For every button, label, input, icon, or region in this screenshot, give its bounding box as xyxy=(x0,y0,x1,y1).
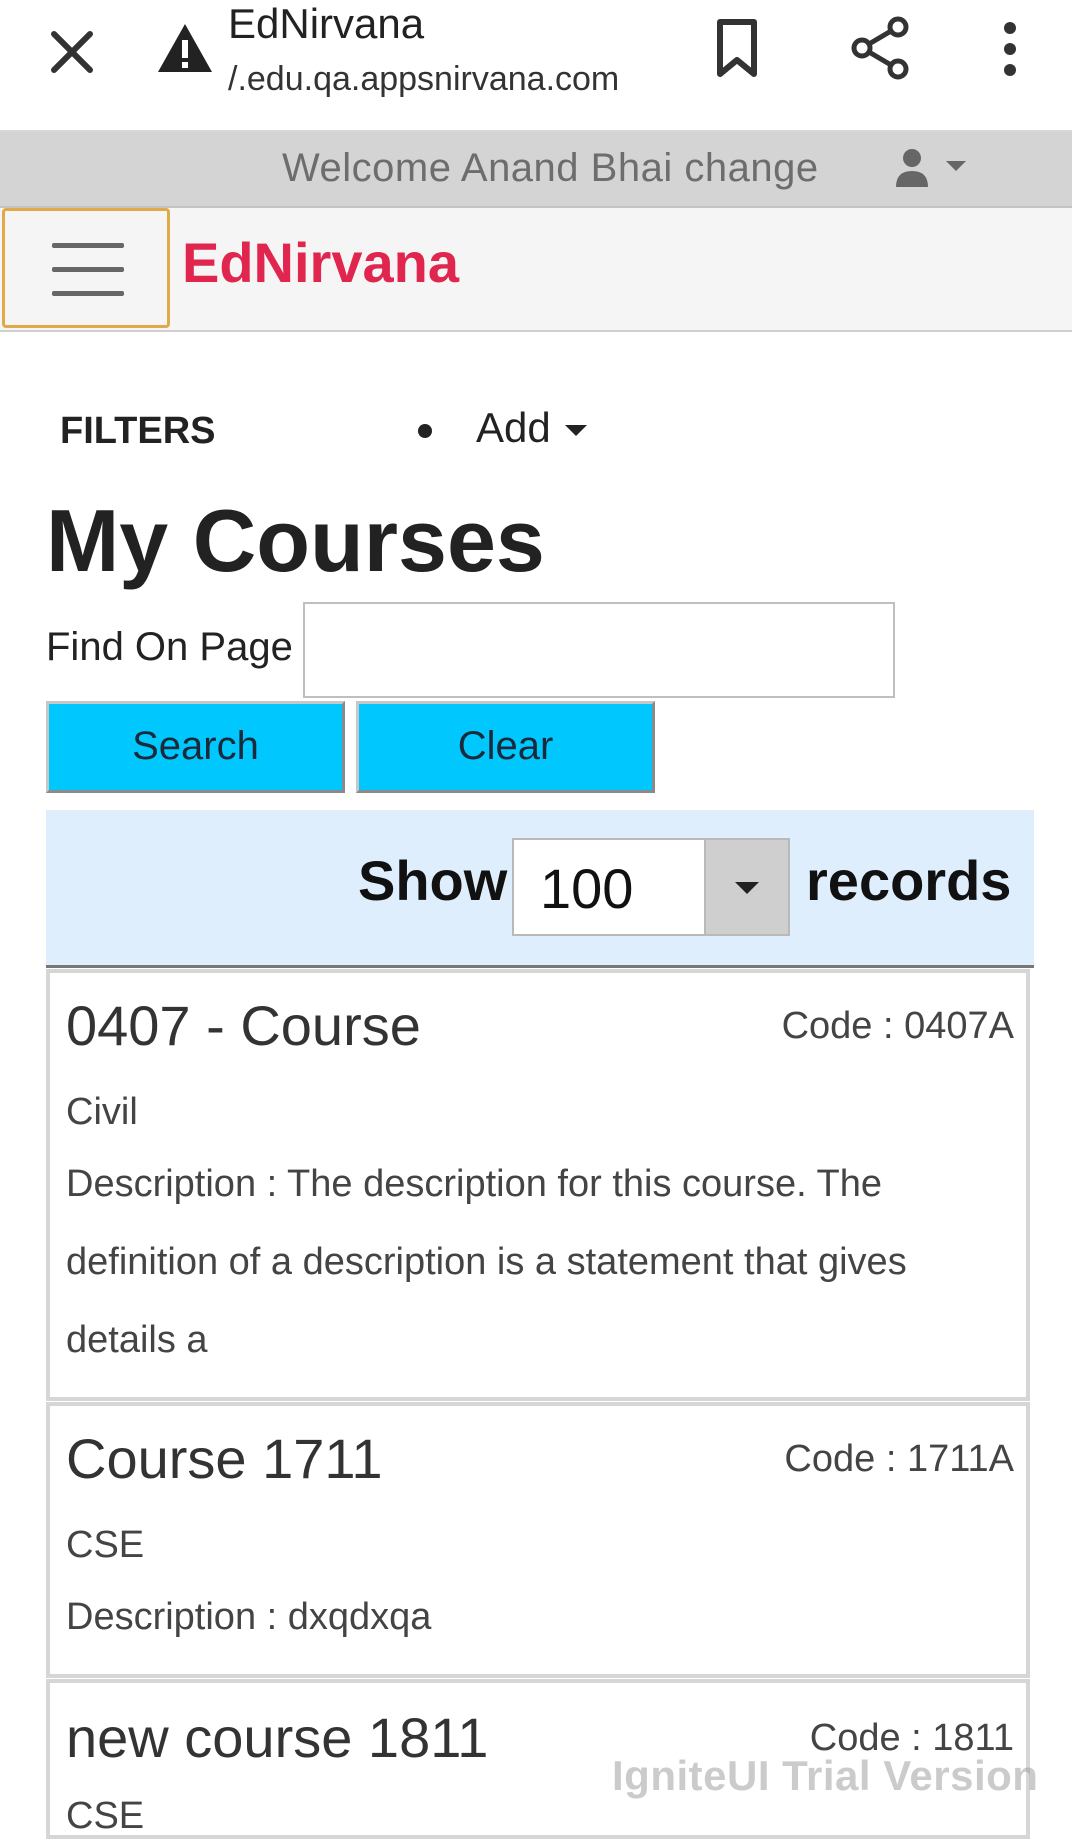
course-description: Description : The description for this c… xyxy=(66,1163,907,1361)
records-per-page-select[interactable]: 100 xyxy=(512,838,790,936)
site-url[interactable]: /.edu.qa.appsnirvana.com xyxy=(228,60,619,99)
user-icon xyxy=(896,149,928,187)
browser-toolbar: EdNirvana /.edu.qa.appsnirvana.com xyxy=(0,0,1072,132)
find-on-page-label: Find On Page xyxy=(46,625,293,669)
course-description: Description : dxqdxqa xyxy=(66,1596,432,1638)
find-on-page-input[interactable] xyxy=(303,602,895,698)
course-card[interactable]: 0407 - Course Code : 0407A Civil Descrip… xyxy=(46,969,1030,1401)
search-button[interactable]: Search xyxy=(46,701,345,793)
more-vert-icon[interactable] xyxy=(990,18,1030,80)
records-per-page-value: 100 xyxy=(540,857,634,920)
course-department: CSE xyxy=(66,1524,145,1566)
records-label: records xyxy=(806,849,1012,912)
close-icon[interactable] xyxy=(40,20,104,84)
bookmark-icon[interactable] xyxy=(712,18,762,80)
user-menu-toggle[interactable] xyxy=(890,145,970,195)
page-title: My Courses xyxy=(46,491,545,590)
course-card[interactable]: Course 1711 Code : 1711A CSE Description… xyxy=(46,1402,1030,1678)
select-arrow-button[interactable] xyxy=(704,840,788,934)
chevron-down-icon xyxy=(946,161,966,171)
course-name[interactable]: 0407 - Course xyxy=(66,993,421,1058)
course-department: CSE xyxy=(66,1795,145,1837)
show-label: Show xyxy=(358,849,508,912)
site-title[interactable]: EdNirvana xyxy=(228,0,424,48)
bullet-dot xyxy=(418,424,432,438)
course-code: Code : 1711A xyxy=(784,1438,1014,1480)
clear-button[interactable]: Clear xyxy=(356,701,655,793)
add-label: Add xyxy=(476,404,551,451)
caret-down-icon xyxy=(564,425,587,437)
course-code: Code : 0407A xyxy=(781,1005,1014,1047)
trial-watermark: IgniteUI Trial Version xyxy=(612,1752,1039,1799)
hamburger-menu-button[interactable] xyxy=(2,208,170,328)
filters-toggle[interactable]: FILTERS xyxy=(60,410,216,453)
welcome-text: Welcome Anand Bhai change xyxy=(282,146,819,190)
caret-down-icon xyxy=(735,882,759,894)
course-name[interactable]: Course 1711 xyxy=(66,1426,383,1491)
brand-logo[interactable]: EdNirvana xyxy=(182,230,459,295)
warning-icon[interactable] xyxy=(155,20,215,76)
share-icon[interactable] xyxy=(850,15,912,81)
course-department: Civil xyxy=(66,1091,138,1133)
course-name[interactable]: new course 1811 xyxy=(66,1705,488,1770)
add-dropdown[interactable]: Add xyxy=(476,404,587,452)
